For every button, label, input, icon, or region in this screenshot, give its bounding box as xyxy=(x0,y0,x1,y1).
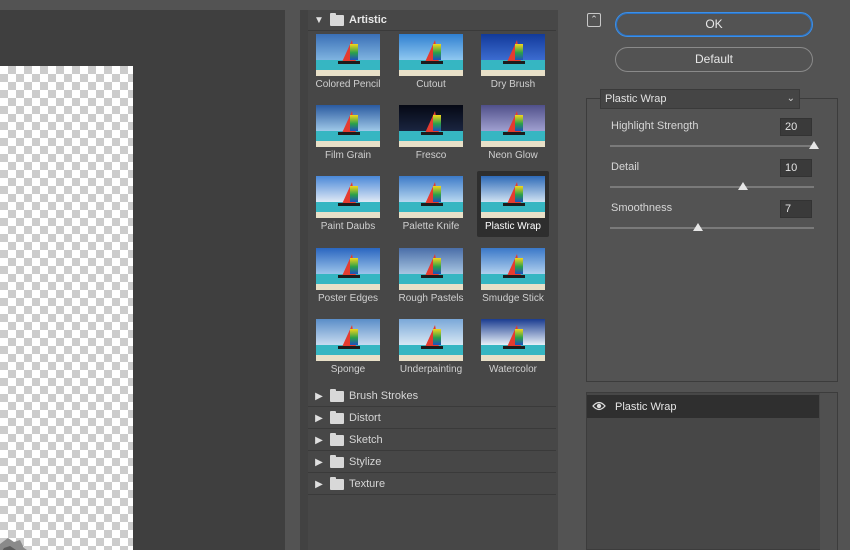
filter-thumbnail[interactable]: Poster Edges xyxy=(312,243,384,309)
param-label: Smoothness xyxy=(611,202,673,214)
filter-thumbnail-label: Underpainting xyxy=(399,364,463,375)
filter-preview-image xyxy=(316,105,380,147)
filter-preview-image xyxy=(481,248,545,290)
filter-thumbnail[interactable]: Watercolor xyxy=(477,314,549,380)
filter-thumbnail-label: Plastic Wrap xyxy=(485,221,541,232)
category-label: Texture xyxy=(349,478,386,490)
category-item[interactable]: ▶ Brush Strokes xyxy=(308,386,556,407)
filter-thumbnail-label: Paint Daubs xyxy=(320,221,376,232)
category-item[interactable]: ▶ Sketch xyxy=(308,430,556,451)
filter-thumbnail[interactable]: Smudge Stick xyxy=(477,243,549,309)
category-item[interactable]: ▶ Stylize xyxy=(308,452,556,473)
filter-thumbnail-label: Cutout xyxy=(416,79,446,90)
category-label: Brush Strokes xyxy=(349,390,419,402)
filter-thumbnail-label: Smudge Stick xyxy=(482,293,544,304)
chevron-down-icon: ⌄ xyxy=(786,93,795,104)
collapse-gallery-icon[interactable]: ⌃ xyxy=(587,13,601,27)
param-value-input[interactable]: 20 xyxy=(780,118,812,136)
pane-divider[interactable] xyxy=(300,10,308,550)
filter-settings-panel xyxy=(586,98,838,382)
category-label: Distort xyxy=(349,412,381,424)
folder-icon xyxy=(330,410,344,424)
param-slider-track[interactable] xyxy=(610,186,814,188)
param-label: Detail xyxy=(611,161,640,173)
category-item[interactable]: ▶ Texture xyxy=(308,474,556,495)
param-slider-knob[interactable] xyxy=(809,141,819,149)
preview-area[interactable] xyxy=(0,10,285,550)
filter-thumbnail[interactable]: Underpainting xyxy=(395,314,467,380)
param-label: Highlight Strength xyxy=(611,120,699,132)
filter-preview-image xyxy=(481,176,545,218)
category-label: Sketch xyxy=(349,434,383,446)
category-label: Stylize xyxy=(349,456,382,468)
filter-thumbnail[interactable]: Palette Knife xyxy=(395,171,467,237)
filter-thumbnail-label: Poster Edges xyxy=(317,293,379,304)
param-slider-knob[interactable] xyxy=(692,223,703,231)
filter-preview-image xyxy=(316,248,380,290)
filter-preview-image xyxy=(399,319,463,361)
ok-button[interactable]: OK xyxy=(615,12,813,37)
filter-thumbnail[interactable]: Dry Brush xyxy=(477,29,549,95)
collapsed-arrow-icon: ▶ xyxy=(315,390,323,402)
filter-preview-image xyxy=(481,319,545,361)
gallery-empty-area xyxy=(308,500,556,550)
filter-select[interactable]: Plastic Wrap ⌄ xyxy=(600,89,800,109)
filter-preview-image xyxy=(399,34,463,76)
filter-preview-image xyxy=(399,176,463,218)
filter-thumbnail[interactable]: Sponge xyxy=(312,314,384,380)
filter-preview-image xyxy=(399,105,463,147)
filter-thumbnail-label: Fresco xyxy=(415,150,447,161)
filter-preview-image xyxy=(399,248,463,290)
category-artistic[interactable]: ▼ Artistic xyxy=(308,10,556,31)
effect-layer-name: Plastic Wrap xyxy=(615,401,677,413)
folder-icon xyxy=(330,432,344,446)
expanded-arrow-icon: ▼ xyxy=(314,14,324,26)
param-slider-track[interactable] xyxy=(610,227,814,229)
filter-preview-image xyxy=(316,176,380,218)
param-value-input[interactable]: 7 xyxy=(780,200,812,218)
filter-thumbnail-label: Rough Pastels xyxy=(398,293,464,304)
collapsed-arrow-icon: ▶ xyxy=(315,412,323,424)
preview-canvas[interactable] xyxy=(0,66,133,550)
layers-scrollbar[interactable] xyxy=(820,393,837,550)
filter-thumbnail[interactable]: Plastic Wrap xyxy=(477,171,549,237)
folder-icon xyxy=(330,476,344,490)
collapsed-arrow-icon: ▶ xyxy=(315,456,323,468)
filter-thumbnail-label: Neon Glow xyxy=(488,150,538,161)
filter-thumbnail[interactable]: Cutout xyxy=(395,29,467,95)
folder-icon xyxy=(330,388,344,402)
filter-thumbnail[interactable]: Colored Pencil xyxy=(312,29,384,95)
filter-preview-image xyxy=(481,34,545,76)
filter-preview-image xyxy=(316,319,380,361)
filter-thumbnail-label: Palette Knife xyxy=(402,221,460,232)
filter-preview-image xyxy=(481,105,545,147)
filter-thumbnail[interactable]: Rough Pastels xyxy=(395,243,467,309)
filter-preview-image xyxy=(316,34,380,76)
param-slider-knob[interactable] xyxy=(737,182,748,190)
filter-thumbnail-label: Dry Brush xyxy=(490,79,536,90)
param-slider-track[interactable] xyxy=(610,145,814,147)
filter-thumbnail-label: Watercolor xyxy=(489,364,537,375)
folder-icon xyxy=(330,454,344,468)
visibility-eye-icon[interactable] xyxy=(592,400,606,412)
category-label: Artistic xyxy=(349,14,387,26)
filter-select-value: Plastic Wrap xyxy=(605,93,667,105)
category-item[interactable]: ▶ Distort xyxy=(308,408,556,429)
preview-image-fragment xyxy=(0,538,27,550)
filter-gallery-dialog: ▼ Artistic Colored Pencil Cutout Dry Brush… xyxy=(0,0,850,550)
param-value-input[interactable]: 10 xyxy=(780,159,812,177)
filter-thumbnail[interactable]: Neon Glow xyxy=(477,100,549,166)
filter-thumbnail-label: Film Grain xyxy=(324,150,372,161)
filter-thumbnail-label: Colored Pencil xyxy=(315,79,381,90)
filter-thumbnail[interactable]: Film Grain xyxy=(312,100,384,166)
filter-thumbnail[interactable]: Fresco xyxy=(395,100,467,166)
collapsed-arrow-icon: ▶ xyxy=(315,478,323,490)
filter-thumbnail[interactable]: Paint Daubs xyxy=(312,171,384,237)
filter-thumbnail-label: Sponge xyxy=(330,364,366,375)
folder-icon xyxy=(330,12,344,26)
default-button[interactable]: Default xyxy=(615,47,813,72)
filter-gallery: ▼ Artistic Colored Pencil Cutout Dry Brush… xyxy=(308,10,558,550)
collapsed-arrow-icon: ▶ xyxy=(315,434,323,446)
